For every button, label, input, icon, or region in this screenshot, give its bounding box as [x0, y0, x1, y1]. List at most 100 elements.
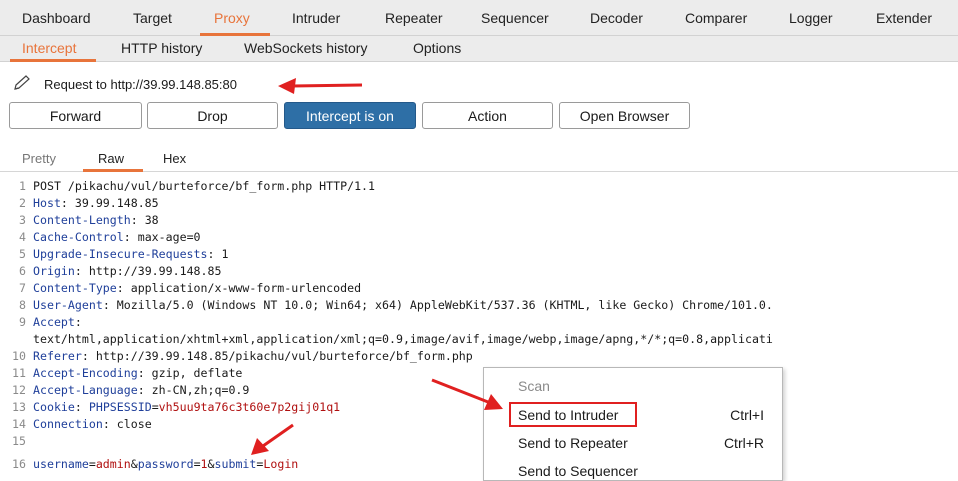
header-name: Accept-Language — [33, 383, 138, 397]
menu-item-label: Send to Repeater — [518, 435, 628, 451]
line-number: 10 — [12, 349, 26, 363]
tab-extender[interactable]: Extender — [876, 10, 932, 26]
code-text: : http://39.99.148.85 — [74, 264, 222, 278]
message-view-tabs: Pretty Raw Hex — [0, 147, 958, 172]
forward-button[interactable]: Forward — [9, 102, 142, 129]
line-code: username=admin&password=1&submit=Login — [33, 456, 298, 473]
annotation-highlight-box — [509, 402, 637, 427]
line-code: Accept-Encoding: gzip, deflate — [33, 365, 242, 382]
header-name: Host — [33, 196, 61, 210]
tab-proxy[interactable]: Proxy — [214, 10, 250, 26]
line-number: 8 — [19, 298, 26, 312]
tab-hex[interactable]: Hex — [163, 151, 186, 166]
line-code: Content-Type: application/x-www-form-url… — [33, 280, 361, 297]
menu-item-send-to-sequencer[interactable]: Send to Sequencer — [484, 459, 782, 481]
editor-line: 7 Content-Type: application/x-www-form-ur… — [0, 280, 958, 297]
menu-item-send-to-repeater[interactable]: Send to Repeater Ctrl+R — [484, 431, 782, 455]
request-target-label: Request to http://39.99.148.85:80 — [44, 77, 237, 92]
tab-http-history[interactable]: HTTP history — [121, 40, 202, 56]
tab-options[interactable]: Options — [413, 40, 461, 56]
line-number: 2 — [19, 196, 26, 210]
line-number: 6 — [19, 264, 26, 278]
line-code: Upgrade-Insecure-Requests: 1 — [33, 246, 228, 263]
menu-item-scan: Scan — [484, 374, 782, 398]
tab-comparer[interactable]: Comparer — [685, 10, 747, 26]
code-text: POST /pikachu/vul/burteforce/bf_form.php… — [33, 179, 376, 193]
param-value: 1 — [200, 457, 208, 471]
editor-line: 4 Cache-Control: max-age=0 — [0, 229, 958, 246]
param-value: vh5uu9ta76c3t60e7p2gij01q1 — [158, 400, 341, 414]
line-number: 5 — [19, 247, 26, 261]
code-text: : 38 — [130, 213, 159, 227]
line-code: Host: 39.99.148.85 — [33, 195, 159, 212]
line-code: POST /pikachu/vul/burteforce/bf_form.php… — [33, 178, 375, 195]
param-value: Login — [263, 457, 299, 471]
editor-line: 8 User-Agent: Mozilla/5.0 (Windows NT 10.… — [0, 297, 958, 314]
line-code: Content-Length: 38 — [33, 212, 159, 229]
header-name: User-Agent — [33, 298, 103, 312]
header-name: Cookie — [33, 400, 75, 414]
line-number: 9 — [19, 315, 26, 329]
param-name: username — [33, 457, 89, 471]
request-editor[interactable]: 1 POST /pikachu/vul/burteforce/bf_form.ph… — [0, 175, 958, 481]
menu-item-shortcut: Ctrl+I — [730, 407, 764, 423]
editor-line: text/html,application/xhtml+xml,applicat… — [0, 331, 958, 348]
code-text: : 39.99.148.85 — [60, 196, 159, 210]
line-number: 13 — [12, 400, 26, 414]
code-text: : Mozilla/5.0 (Windows NT 10.0; Win64; x… — [102, 298, 773, 312]
tab-raw[interactable]: Raw — [98, 151, 124, 166]
editor-line: 12 Accept-Language: zh-CN,zh;q=0.9 — [0, 382, 958, 399]
line-number: 3 — [19, 213, 26, 227]
tab-intercept[interactable]: Intercept — [22, 40, 76, 56]
code-text: : — [74, 400, 89, 414]
line-number: 7 — [19, 281, 26, 295]
header-name: Accept-Encoding — [33, 366, 138, 380]
line-code: User-Agent: Mozilla/5.0 (Windows NT 10.0… — [33, 297, 773, 314]
header-name: Origin — [33, 264, 75, 278]
code-text: = — [151, 400, 159, 414]
code-text: = — [193, 457, 201, 471]
param-name: password — [137, 457, 194, 471]
intercept-toolbar: Forward Drop Intercept is on Action Open… — [0, 102, 958, 132]
proxy-sub-tab-bar: Intercept HTTP history WebSockets histor… — [0, 36, 958, 62]
line-code: Accept: — [33, 314, 82, 331]
drop-button[interactable]: Drop — [147, 102, 278, 129]
editor-line: 13 Cookie: PHPSESSID=vh5uu9ta76c3t60e7p2g… — [0, 399, 958, 416]
tab-target[interactable]: Target — [133, 10, 172, 26]
tab-pretty[interactable]: Pretty — [22, 151, 56, 166]
header-name: Accept — [33, 315, 75, 329]
tab-intruder[interactable]: Intruder — [292, 10, 340, 26]
open-browser-button[interactable]: Open Browser — [559, 102, 690, 129]
editor-line: 11 Accept-Encoding: gzip, deflate — [0, 365, 958, 382]
tab-repeater[interactable]: Repeater — [385, 10, 443, 26]
editor-line: 15 — [0, 433, 958, 450]
editor-line: 10 Referer: http://39.99.148.85/pikachu/v… — [0, 348, 958, 365]
editor-line: 14 Connection: close — [0, 416, 958, 433]
tab-sequencer[interactable]: Sequencer — [481, 10, 549, 26]
menu-item-label: Send to Sequencer — [518, 463, 638, 479]
param-name: PHPSESSID — [88, 400, 152, 414]
tab-dashboard[interactable]: Dashboard — [22, 10, 91, 26]
line-number: 4 — [19, 230, 26, 244]
menu-item-shortcut: Ctrl+R — [723, 435, 764, 451]
line-number: 15 — [12, 434, 26, 448]
code-text: : gzip, deflate — [137, 366, 243, 380]
code-text: : 1 — [207, 247, 229, 261]
code-text: : — [74, 315, 82, 329]
code-text: : close — [102, 417, 152, 431]
line-number: 16 — [12, 457, 26, 471]
line-code: Accept-Language: zh-CN,zh;q=0.9 — [33, 382, 249, 399]
editor-line: 3 Content-Length: 38 — [0, 212, 958, 229]
action-button[interactable]: Action — [422, 102, 553, 129]
context-menu: Scan Send to Intruder Ctrl+I Send to Rep… — [483, 367, 783, 481]
intercept-toggle-button[interactable]: Intercept is on — [284, 102, 416, 129]
line-code: text/html,application/xhtml+xml,applicat… — [33, 331, 773, 348]
tab-logger[interactable]: Logger — [789, 10, 833, 26]
param-name: submit — [214, 457, 257, 471]
tab-decoder[interactable]: Decoder — [590, 10, 643, 26]
header-name: Content-Type — [33, 281, 117, 295]
param-value: admin — [95, 457, 131, 471]
tab-websockets-history[interactable]: WebSockets history — [244, 40, 367, 56]
line-number: 14 — [12, 417, 26, 431]
line-code: Referer: http://39.99.148.85/pikachu/vul… — [33, 348, 473, 365]
